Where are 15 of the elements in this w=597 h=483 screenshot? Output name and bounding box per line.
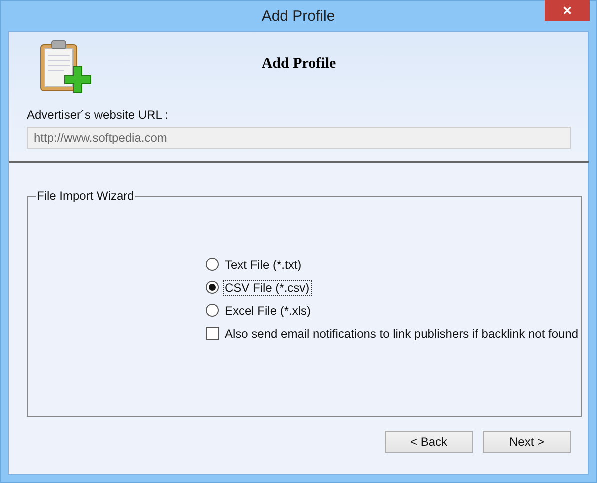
next-button[interactable]: Next > <box>483 431 571 453</box>
back-button[interactable]: < Back <box>385 431 473 453</box>
close-button[interactable]: ✕ <box>545 0 590 21</box>
radio-button[interactable] <box>206 258 219 271</box>
option-label: Also send email notifications to link publishers if backlink not found <box>224 326 580 342</box>
option-label: Text File (*.txt) <box>224 256 303 272</box>
radio-button[interactable] <box>206 281 219 294</box>
url-label: Advertiser´s website URL : <box>27 108 170 122</box>
header-title: Add Profile <box>262 56 336 73</box>
radio-button[interactable] <box>206 304 219 317</box>
option-label: Excel File (*.xls) <box>224 302 312 318</box>
checkbox[interactable] <box>206 327 219 340</box>
window-title: Add Profile <box>262 8 336 24</box>
group-title: File Import Wizard <box>36 189 136 203</box>
option-label: CSV File (*.csv) <box>223 280 312 296</box>
